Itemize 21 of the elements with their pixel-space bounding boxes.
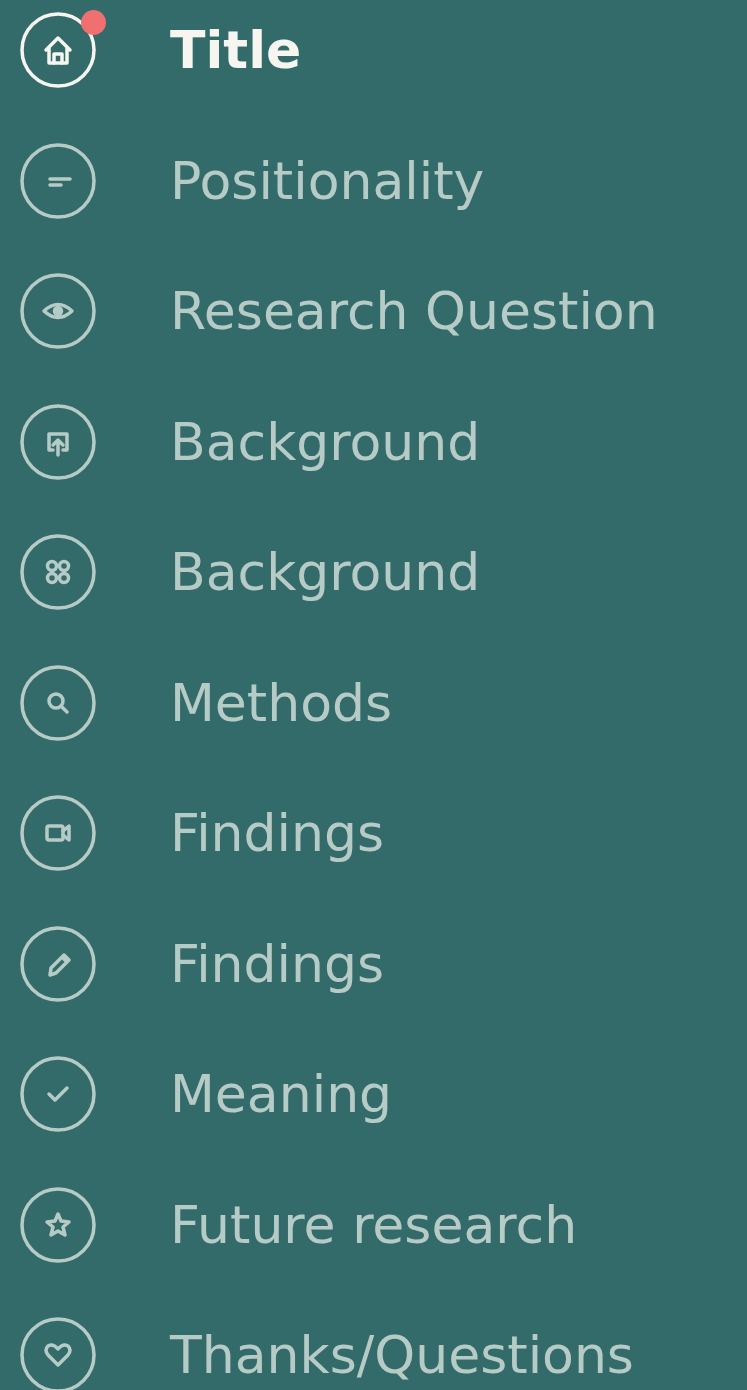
menu-item[interactable]: Title: [0, 0, 747, 116]
menu-item[interactable]: Findings: [0, 898, 747, 1029]
menu-item[interactable]: Meaning: [0, 1029, 747, 1160]
check-icon: [20, 1056, 96, 1133]
house-icon: [20, 12, 96, 89]
menu-item[interactable]: Findings: [0, 768, 747, 899]
menu-item[interactable]: Thanks/Questions: [0, 1290, 747, 1390]
lines-icon: [20, 142, 96, 219]
menu-item[interactable]: Background: [0, 376, 747, 507]
search-icon: [20, 664, 96, 741]
eye-icon: [20, 273, 96, 350]
menu-item[interactable]: Positionality: [0, 115, 747, 246]
menu-item[interactable]: Methods: [0, 637, 747, 768]
circles-icon: [20, 534, 96, 611]
menu-item[interactable]: Future research: [0, 1159, 747, 1290]
video-camera-icon: [20, 795, 96, 872]
upload-icon: [20, 403, 96, 480]
heart-icon: [20, 1317, 96, 1390]
pencil-icon: [20, 925, 96, 1002]
menu-item[interactable]: Background: [0, 507, 747, 638]
menu-item[interactable]: Research Question: [0, 246, 747, 377]
